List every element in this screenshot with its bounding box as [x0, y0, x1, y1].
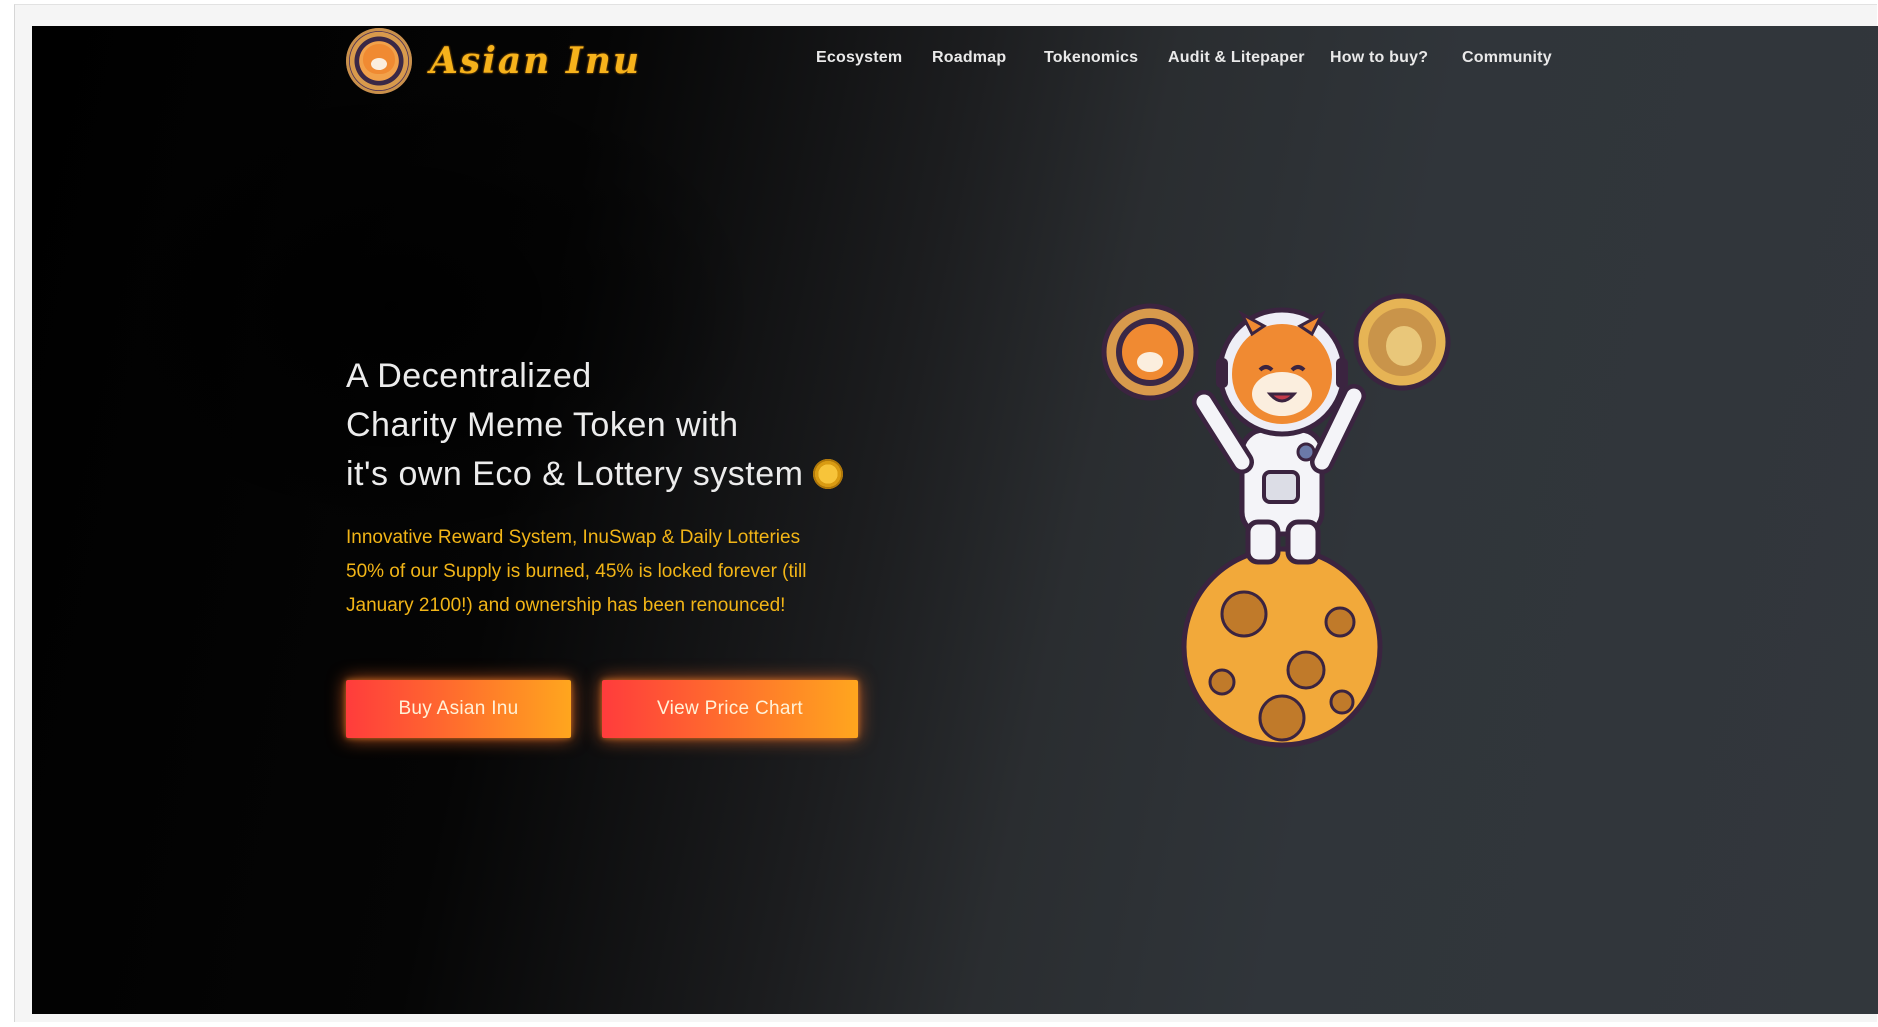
hero-page: Asian Inu Ecosystem Roadmap Tokenomics A…	[32, 26, 1878, 1014]
nav-item-how-to-buy[interactable]: How to buy?	[1330, 49, 1428, 67]
headline-line: A Decentralized	[346, 357, 592, 395]
buy-asian-inu-button[interactable]: Buy Asian Inu	[346, 680, 571, 738]
subtext-line: January 2100!) and ownership has been re…	[346, 595, 786, 616]
hero-subtext: Innovative Reward System, InuSwap & Dail…	[346, 521, 986, 623]
coin-icon	[813, 459, 844, 489]
astronaut-shiba-on-moon-illustration	[1101, 293, 1451, 748]
subtext-line: 50% of our Supply is burned, 45% is lock…	[346, 561, 807, 582]
astronaut-icon	[1192, 307, 1366, 565]
moon-icon	[1181, 546, 1383, 748]
headline-line-with-coin: it's own Eco & Lottery system	[346, 450, 986, 499]
brand-logo-link[interactable]: Asian Inu	[346, 28, 641, 94]
headline-line: Charity Meme Token with	[346, 406, 739, 444]
nav-item-ecosystem[interactable]: Ecosystem	[816, 49, 902, 67]
shiba-coin-icon	[1101, 303, 1199, 401]
nav-item-audit-litepaper[interactable]: Audit & Litepaper	[1168, 49, 1305, 67]
top-navigation: Asian Inu Ecosystem Roadmap Tokenomics A…	[32, 26, 1878, 98]
hero-headline: A Decentralized Charity Meme Token with …	[346, 352, 986, 499]
hero-text: A Decentralized Charity Meme Token with …	[346, 352, 986, 623]
nav-item-roadmap[interactable]: Roadmap	[932, 49, 1006, 67]
brand-name: Asian Inu	[430, 40, 642, 82]
doge-coin-icon	[1353, 293, 1451, 391]
headline-line: it's own Eco & Lottery system	[346, 455, 804, 493]
nav-item-tokenomics[interactable]: Tokenomics	[1044, 49, 1138, 67]
subtext-line: Innovative Reward System, InuSwap & Dail…	[346, 527, 801, 548]
view-price-chart-button[interactable]: View Price Chart	[602, 680, 858, 738]
nav-item-community[interactable]: Community	[1462, 49, 1552, 67]
shiba-coin-logo-icon	[346, 28, 412, 94]
